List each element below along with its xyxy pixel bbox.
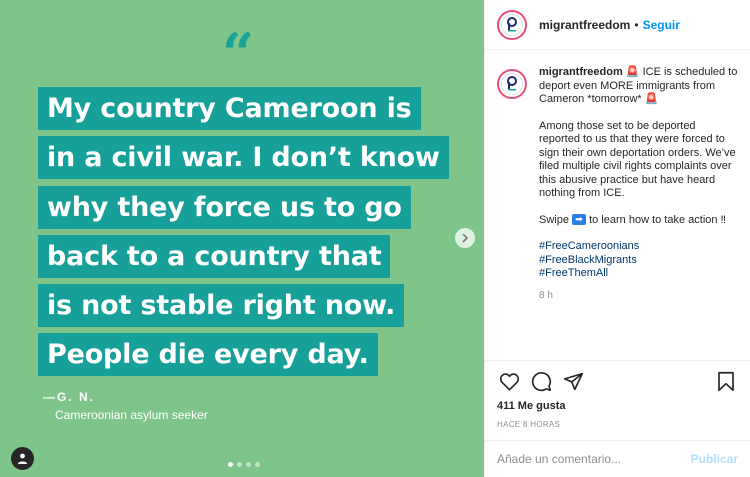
hashtag-link[interactable]: #FreeThemAll (539, 267, 738, 281)
siren-icon: 🚨 (625, 66, 640, 78)
profile-logo-icon (501, 73, 523, 95)
quote-mark: “ (222, 21, 255, 87)
separator-dot: • (634, 17, 639, 32)
carousel-dot (237, 462, 242, 467)
carousel-dot (228, 462, 233, 467)
quote-line: People die every day. (38, 333, 378, 376)
carousel-dot (246, 462, 251, 467)
quote-attribution: —G. N. (43, 390, 96, 404)
like-button[interactable] (497, 369, 521, 393)
tagged-users-button[interactable] (11, 447, 34, 470)
quote-line: back to a country that (38, 235, 391, 278)
right-arrow-icon: ➡ (572, 214, 587, 226)
hashtag-link[interactable]: #FreeBlackMigrants (539, 254, 738, 268)
chevron-right-icon (462, 233, 468, 243)
like-count[interactable]: 411 Me gusta (497, 400, 738, 412)
publish-button[interactable]: Publicar (691, 452, 738, 466)
carousel-next-button[interactable] (455, 228, 475, 248)
post-image: “ My country Cameroon is in a civil war.… (0, 0, 484, 477)
caption-block: migrantfreedom 🚨 ICE is scheduled to dep… (485, 66, 750, 302)
bookmark-icon (718, 371, 734, 391)
post-header: migrantfreedom • Seguir (485, 0, 750, 50)
quote-line: My country Cameroon is (38, 87, 421, 130)
quote-line: is not stable right now. (38, 284, 405, 327)
comment-input[interactable] (497, 452, 691, 466)
quote-attribution-subtitle: Cameroonian asylum seeker (55, 408, 208, 422)
siren-icon: 🚨 (644, 93, 659, 105)
avatar[interactable] (497, 9, 527, 40)
carousel-indicator (228, 462, 260, 467)
follow-button[interactable]: Seguir (643, 18, 680, 32)
comment-form: Publicar (485, 440, 750, 477)
share-button[interactable] (561, 369, 585, 393)
quote-line: why they force us to go (38, 186, 411, 229)
quote-line: in a civil war. I don’t know (38, 136, 449, 179)
comment-icon (531, 371, 551, 391)
caption-text: migrantfreedom 🚨 ICE is scheduled to dep… (539, 66, 738, 302)
header-username[interactable]: migrantfreedom (539, 18, 630, 32)
profile-logo-icon (501, 13, 523, 36)
save-button[interactable] (714, 369, 738, 393)
comment-button[interactable] (529, 369, 553, 393)
user-icon (17, 453, 28, 464)
heart-icon (499, 372, 519, 391)
post-sidebar: migrantfreedom • Seguir migrantfreedom 🚨… (484, 0, 750, 477)
post-actions: 411 Me gusta HACE 8 HORAS (485, 360, 750, 429)
hashtag-link[interactable]: #FreeCameroonians (539, 240, 738, 254)
hashtag-list: #FreeCameroonians #FreeBlackMigrants #Fr… (539, 240, 738, 281)
caption-swipe: Swipe (539, 213, 569, 226)
caption-swipe-cta: to learn how to take action ‼ (589, 213, 727, 226)
caption-username[interactable]: migrantfreedom (539, 66, 623, 78)
post-timestamp[interactable]: HACE 8 HORAS (497, 420, 738, 429)
caption-time: 8 h (539, 289, 553, 301)
caption-body: Among those set to be deported reported … (539, 119, 736, 200)
avatar[interactable] (497, 69, 527, 99)
carousel-dot (255, 462, 260, 467)
share-icon (563, 372, 583, 390)
